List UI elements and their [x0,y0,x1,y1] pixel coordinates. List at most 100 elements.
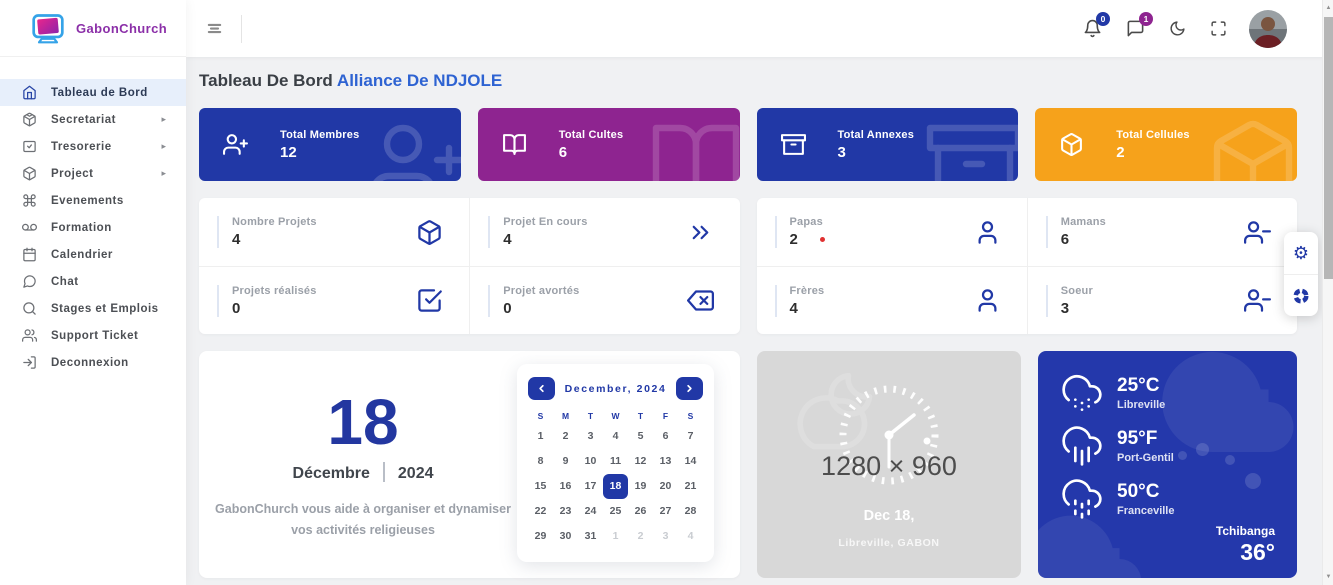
stat-card-total-cellules[interactable]: Total Cellules 2 [1035,108,1297,181]
date-summary: 18 Décembre2024 GabonChurch vous aide à … [209,351,517,578]
calendar-day[interactable]: 22 [528,499,553,524]
stat-card-total-membres[interactable]: Total Membres 12 [199,108,461,181]
calendar-day[interactable]: 23 [553,499,578,524]
sidebar-item-support-ticket[interactable]: Support Ticket [0,322,186,349]
stat-card-total-cultes[interactable]: Total Cultes 6 [478,108,740,181]
calendar-day[interactable]: 7 [678,424,703,449]
calendar-day[interactable]: 30 [553,524,578,549]
chevron-left-icon [536,383,547,394]
calendar-day-selected[interactable]: 18 [603,474,628,499]
calendar-day[interactable]: 15 [528,474,553,499]
user-plus-icon [223,132,248,157]
metric-value: 3 [1061,300,1093,317]
scroll-down-arrow[interactable]: ▼ [1323,574,1333,580]
calendar-day[interactable]: 10 [578,449,603,474]
log-in-icon [22,355,37,370]
calendar-day[interactable]: 8 [528,449,553,474]
sidebar-item-deconnexion[interactable]: Deconnexion [0,349,186,376]
message-circle-icon [22,274,37,289]
settings-button[interactable]: ⚙ [1284,232,1318,274]
calendar-day[interactable]: 3 [653,524,678,549]
calendar-day[interactable]: 9 [553,449,578,474]
weather-text: 25°C Libreville [1117,375,1165,411]
sidebar-item-project[interactable]: Project▸ [0,160,186,187]
calendar-day[interactable]: 1 [603,524,628,549]
metric-cell-mamans: Mamans 6 [1027,198,1297,266]
bottom-row: 18 Décembre2024 GabonChurch vous aide à … [199,351,1297,578]
calendar-day[interactable]: 21 [678,474,703,499]
calendar-day[interactable]: 6 [653,424,678,449]
weather-city: Port-Gentil [1117,452,1174,464]
cloud-drizzle-icon [1062,479,1102,519]
calendar-grid: SMTWTFS123456789101112131415161718192021… [528,402,703,549]
calendar-next-button[interactable] [676,377,703,400]
calendar-day[interactable]: 1 [528,424,553,449]
metric-cell-soeur: Soeur 3 [1027,266,1297,334]
calendar-day[interactable]: 20 [653,474,678,499]
sidebar-item-secretariat[interactable]: Secretariat▸ [0,106,186,133]
sidebar-item-label: Support Ticket [51,330,168,342]
calendar-day[interactable]: 16 [553,474,578,499]
calendar-prev-button[interactable] [528,377,555,400]
calendar-day[interactable]: 4 [603,424,628,449]
calendar-day[interactable]: 2 [553,424,578,449]
calendar-day[interactable]: 11 [603,449,628,474]
user-avatar[interactable] [1249,10,1287,48]
cloud-snow-icon [1062,373,1102,413]
calendar-day[interactable]: 13 [653,449,678,474]
calendar-day-header: S [528,402,553,424]
page-title-main: Tableau De Bord [199,71,333,90]
chevron-right-icon: ▸ [161,168,166,179]
notifications-button[interactable]: 0 [1083,19,1102,38]
calendar-day[interactable]: 3 [578,424,603,449]
stat-card-total-annexes[interactable]: Total Annexes 3 [757,108,1019,181]
calendar-day[interactable]: 24 [578,499,603,524]
stat-card-label: Total Cultes [559,129,624,141]
weather-row-libreville: 25°C Libreville [1062,373,1297,413]
brand[interactable]: GabonChurch [0,0,186,57]
brand-logo-icon [30,11,66,45]
calendar-day[interactable]: 4 [678,524,703,549]
calendar-day[interactable]: 26 [628,499,653,524]
calendar-day[interactable]: 25 [603,499,628,524]
sidebar-item-tableau-de-bord[interactable]: Tableau de Bord [0,79,186,106]
sidebar-item-formation[interactable]: Formation [0,214,186,241]
metric-text: Papas 2 [775,216,825,248]
scroll-up-arrow[interactable]: ▲ [1323,5,1333,11]
calendar-day[interactable]: 29 [528,524,553,549]
calendar-day[interactable]: 27 [653,499,678,524]
dark-mode-toggle[interactable] [1169,20,1186,37]
topbar: 0 1 [186,0,1333,57]
weather-row-port-gentil: 95°F Port-Gentil [1062,426,1297,466]
menu-toggle-button[interactable] [206,20,223,37]
weather-rows: 25°C Libreville 95°F Port-Gentil 50°C Fr… [1062,373,1297,519]
metric-panels-row: Nombre Projets 4 Projet En cours 4 Proje… [199,198,1297,334]
book-open-icon [648,116,740,181]
sidebar-item-evenements[interactable]: Evenements [0,187,186,214]
weather-temp: 25°C [1117,375,1165,397]
calendar-day[interactable]: 31 [578,524,603,549]
theme-button[interactable] [1284,274,1318,316]
calendar-day-header: W [603,402,628,424]
calendar-day[interactable]: 2 [628,524,653,549]
fullscreen-button[interactable] [1210,20,1227,37]
calendar-day[interactable]: 14 [678,449,703,474]
scrollbar-thumb[interactable] [1324,17,1333,279]
sidebar-item-label: Project [51,168,161,180]
calendar-day[interactable]: 12 [628,449,653,474]
calendar-day[interactable]: 17 [578,474,603,499]
scrollbar[interactable]: ▲ ▼ [1322,0,1333,585]
calendar-day-header: T [628,402,653,424]
sidebar-item-calendrier[interactable]: Calendrier [0,241,186,268]
metric-cell-nombre-projets: Nombre Projets 4 [199,198,469,266]
metric-text: Mamans 6 [1046,216,1106,248]
stat-card-value: 3 [838,144,915,161]
sidebar-item-tresorerie[interactable]: Tresorerie▸ [0,133,186,160]
calendar-day[interactable]: 5 [628,424,653,449]
calendar-day[interactable]: 19 [628,474,653,499]
calendar-day[interactable]: 28 [678,499,703,524]
sidebar-item-stages-et-emplois[interactable]: Stages et Emplois [0,295,186,322]
sidebar-item-label: Calendrier [51,249,168,261]
messages-button[interactable]: 1 [1126,19,1145,38]
sidebar-item-chat[interactable]: Chat [0,268,186,295]
